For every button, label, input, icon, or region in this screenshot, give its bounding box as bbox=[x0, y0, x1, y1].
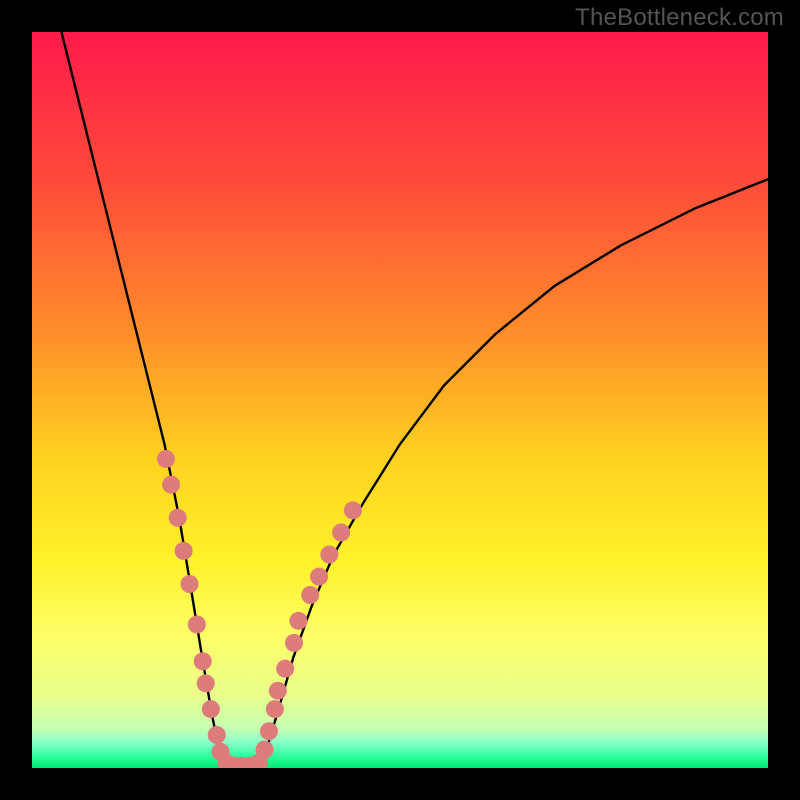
highlight-dot bbox=[197, 674, 215, 692]
chart-svg bbox=[32, 32, 768, 768]
chart-frame: TheBottleneck.com bbox=[0, 0, 800, 800]
highlight-dot bbox=[208, 726, 226, 744]
highlight-dot bbox=[310, 568, 328, 586]
watermark-text: TheBottleneck.com bbox=[575, 4, 784, 32]
highlight-dot bbox=[202, 700, 220, 718]
highlight-dot bbox=[301, 586, 319, 604]
highlight-dot bbox=[188, 615, 206, 633]
highlight-dot bbox=[320, 546, 338, 564]
highlight-dot bbox=[289, 612, 307, 630]
highlight-dot bbox=[260, 722, 278, 740]
highlight-dot bbox=[162, 476, 180, 494]
highlight-dot bbox=[332, 523, 350, 541]
plot-area bbox=[32, 32, 768, 768]
gradient-background bbox=[32, 32, 768, 768]
highlight-dot bbox=[181, 575, 199, 593]
highlight-dot bbox=[256, 741, 274, 759]
highlight-dot bbox=[269, 682, 287, 700]
highlight-dot bbox=[344, 501, 362, 519]
highlight-dot bbox=[157, 450, 175, 468]
highlight-dot bbox=[194, 652, 212, 670]
highlight-dot bbox=[266, 700, 284, 718]
highlight-dot bbox=[285, 634, 303, 652]
highlight-dot bbox=[169, 509, 187, 527]
highlight-dot bbox=[175, 542, 193, 560]
highlight-dot bbox=[276, 660, 294, 678]
